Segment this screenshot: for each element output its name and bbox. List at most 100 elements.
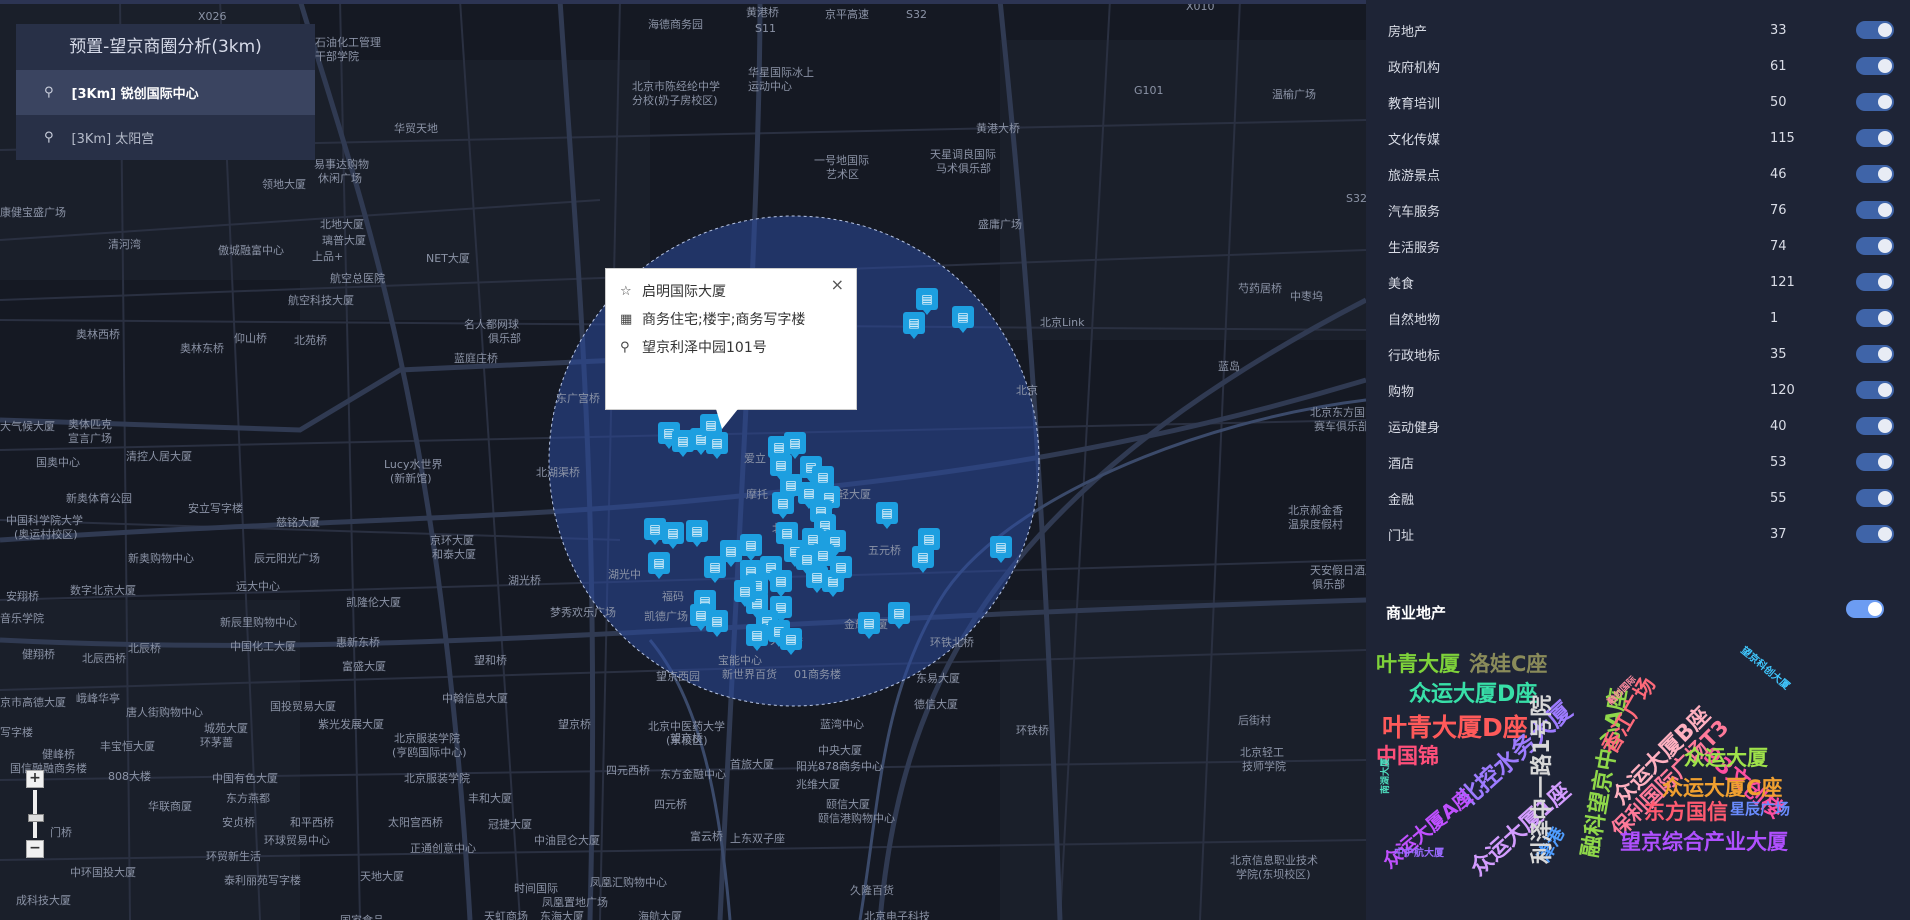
- category-row: 金融 55: [1388, 480, 1898, 516]
- word-cloud-term: 叶青大厦: [1376, 652, 1460, 676]
- zoom-in-button[interactable]: +: [26, 770, 44, 788]
- word-cloud-term: 利泽中一路1号院: [1530, 694, 1555, 864]
- building-marker-icon[interactable]: ▤: [952, 306, 974, 333]
- category-count: 46: [1770, 166, 1787, 182]
- zoom-slider-handle[interactable]: [28, 814, 44, 822]
- category-toggle[interactable]: [1856, 21, 1894, 39]
- location-pin-icon: ⚲: [44, 85, 54, 100]
- category-row: 汽车服务 76: [1388, 192, 1898, 228]
- category-row: 生活服务 74: [1388, 228, 1898, 264]
- preset-panel-title: 预置-望京商圈分析(3km): [69, 37, 262, 57]
- popup-poi-category: 商务住宅;楼宇;商务写字楼: [642, 312, 806, 328]
- toggle-knob: [1878, 383, 1892, 397]
- category-count: 115: [1770, 130, 1795, 146]
- category-toggle[interactable]: [1856, 489, 1894, 507]
- building-marker-icon[interactable]: ▤: [740, 534, 762, 561]
- toggle-knob: [1878, 311, 1892, 325]
- category-name: 房地产: [1388, 24, 1428, 40]
- toggle-knob: [1878, 491, 1892, 505]
- building-marker-icon[interactable]: ▤: [888, 602, 910, 629]
- category-count: 120: [1770, 382, 1795, 398]
- building-marker-icon[interactable]: ▤: [648, 552, 670, 579]
- building-marker-icon[interactable]: ▤: [662, 522, 684, 549]
- building-marker-icon[interactable]: ▤: [770, 454, 792, 481]
- grid-icon: ▦: [620, 311, 633, 327]
- category-count: 37: [1770, 526, 1787, 542]
- category-count: 53: [1770, 454, 1787, 470]
- popup-category-row: ▦ 商务住宅;楼宇;商务写字楼: [606, 305, 856, 333]
- toggle-knob: [1878, 203, 1892, 217]
- building-marker-icon[interactable]: ▤: [686, 520, 708, 547]
- category-name: 金融: [1388, 492, 1415, 508]
- category-toggle[interactable]: [1856, 309, 1894, 327]
- preset-item-ruichuang[interactable]: ⚲ [3Km] 锐创国际中心: [16, 70, 315, 115]
- category-toggle[interactable]: [1856, 129, 1894, 147]
- category-toggle[interactable]: [1856, 201, 1894, 219]
- toggle-knob: [1878, 59, 1892, 73]
- section-toggle[interactable]: [1846, 600, 1884, 618]
- building-marker-icon[interactable]: ▤: [830, 556, 852, 583]
- popup-close-button[interactable]: ×: [831, 275, 844, 294]
- word-cloud-term: 东方国信: [1644, 800, 1728, 824]
- building-marker-icon[interactable]: ▤: [780, 628, 802, 655]
- building-marker-icon[interactable]: ▤: [746, 624, 768, 651]
- category-toggle[interactable]: [1856, 345, 1894, 363]
- category-toggle[interactable]: [1856, 165, 1894, 183]
- category-count: 50: [1770, 94, 1787, 110]
- word-cloud: 叶青大厦 洛娃C座 众运大厦D座 叶青大厦D座 中国锦 北控水务大厦 众运大厦A座 众运大厦1…: [1376, 638, 1896, 908]
- category-toggle[interactable]: [1856, 237, 1894, 255]
- preset-item-label: [3Km] 太阳宫: [71, 132, 155, 147]
- category-name: 门址: [1388, 528, 1415, 544]
- building-marker-icon[interactable]: ▤: [772, 492, 794, 519]
- location-pin-icon: ⚲: [44, 130, 54, 145]
- zoom-slider-track[interactable]: [28, 790, 44, 838]
- category-row: 旅游景点 46: [1388, 156, 1898, 192]
- building-marker-icon[interactable]: ▤: [784, 432, 806, 459]
- word-cloud-term: 望京综合产业大厦: [1620, 830, 1788, 854]
- toggle-knob: [1878, 131, 1892, 145]
- category-name: 生活服务: [1388, 240, 1441, 256]
- category-toggle[interactable]: [1856, 273, 1894, 291]
- category-name: 美食: [1388, 276, 1415, 292]
- building-marker-icon[interactable]: ▤: [706, 610, 728, 637]
- category-name: 教育培训: [1388, 96, 1441, 112]
- category-toggle[interactable]: [1856, 57, 1894, 75]
- building-marker-icon[interactable]: ▤: [876, 502, 898, 529]
- location-pin-icon: ⚲: [620, 339, 630, 355]
- star-icon: ☆: [620, 283, 632, 299]
- category-count: 1: [1770, 310, 1779, 326]
- category-row: 房地产 33: [1388, 12, 1898, 48]
- toggle-knob: [1868, 602, 1882, 616]
- building-marker-icon[interactable]: ▤: [912, 546, 934, 573]
- popup-address-row: ⚲ 望京利泽中园101号: [606, 333, 856, 361]
- category-count: 55: [1770, 490, 1787, 506]
- building-marker-icon[interactable]: ▤: [916, 288, 938, 315]
- building-marker-icon[interactable]: ▤: [903, 312, 925, 339]
- category-toggle[interactable]: [1856, 453, 1894, 471]
- building-marker-icon[interactable]: ▤: [704, 556, 726, 583]
- word-cloud-term: 众运大厦D座: [1409, 682, 1538, 707]
- toggle-knob: [1878, 347, 1892, 361]
- preset-panel: 预置-望京商圈分析(3km) ⚲ [3Km] 锐创国际中心 ⚲ [3Km] 太阳…: [16, 24, 315, 160]
- building-marker-icon[interactable]: ▤: [734, 580, 756, 607]
- category-count: 35: [1770, 346, 1787, 362]
- toggle-knob: [1878, 23, 1892, 37]
- word-cloud-term: 众运大厦A座: [1378, 785, 1477, 873]
- section-title: 商业地产: [1386, 604, 1447, 622]
- zoom-out-button[interactable]: −: [26, 840, 44, 858]
- category-toggle[interactable]: [1856, 417, 1894, 435]
- toggle-knob: [1878, 455, 1892, 469]
- category-toggle[interactable]: [1856, 381, 1894, 399]
- building-marker-icon[interactable]: ▤: [990, 536, 1012, 563]
- category-count: 61: [1770, 58, 1787, 74]
- building-marker-icon[interactable]: ▤: [770, 570, 792, 597]
- preset-item-label: [3Km] 锐创国际中心: [71, 87, 199, 102]
- building-marker-icon[interactable]: ▤: [858, 612, 880, 639]
- category-row: 自然地物 1: [1388, 300, 1898, 336]
- preset-item-taiyanggong[interactable]: ⚲ [3Km] 太阳宫: [16, 115, 315, 160]
- word-cloud-term: 洛娃C座: [1469, 652, 1548, 676]
- category-count: 33: [1770, 22, 1787, 38]
- category-toggle[interactable]: [1856, 525, 1894, 543]
- category-toggle[interactable]: [1856, 93, 1894, 111]
- toggle-knob: [1878, 419, 1892, 433]
